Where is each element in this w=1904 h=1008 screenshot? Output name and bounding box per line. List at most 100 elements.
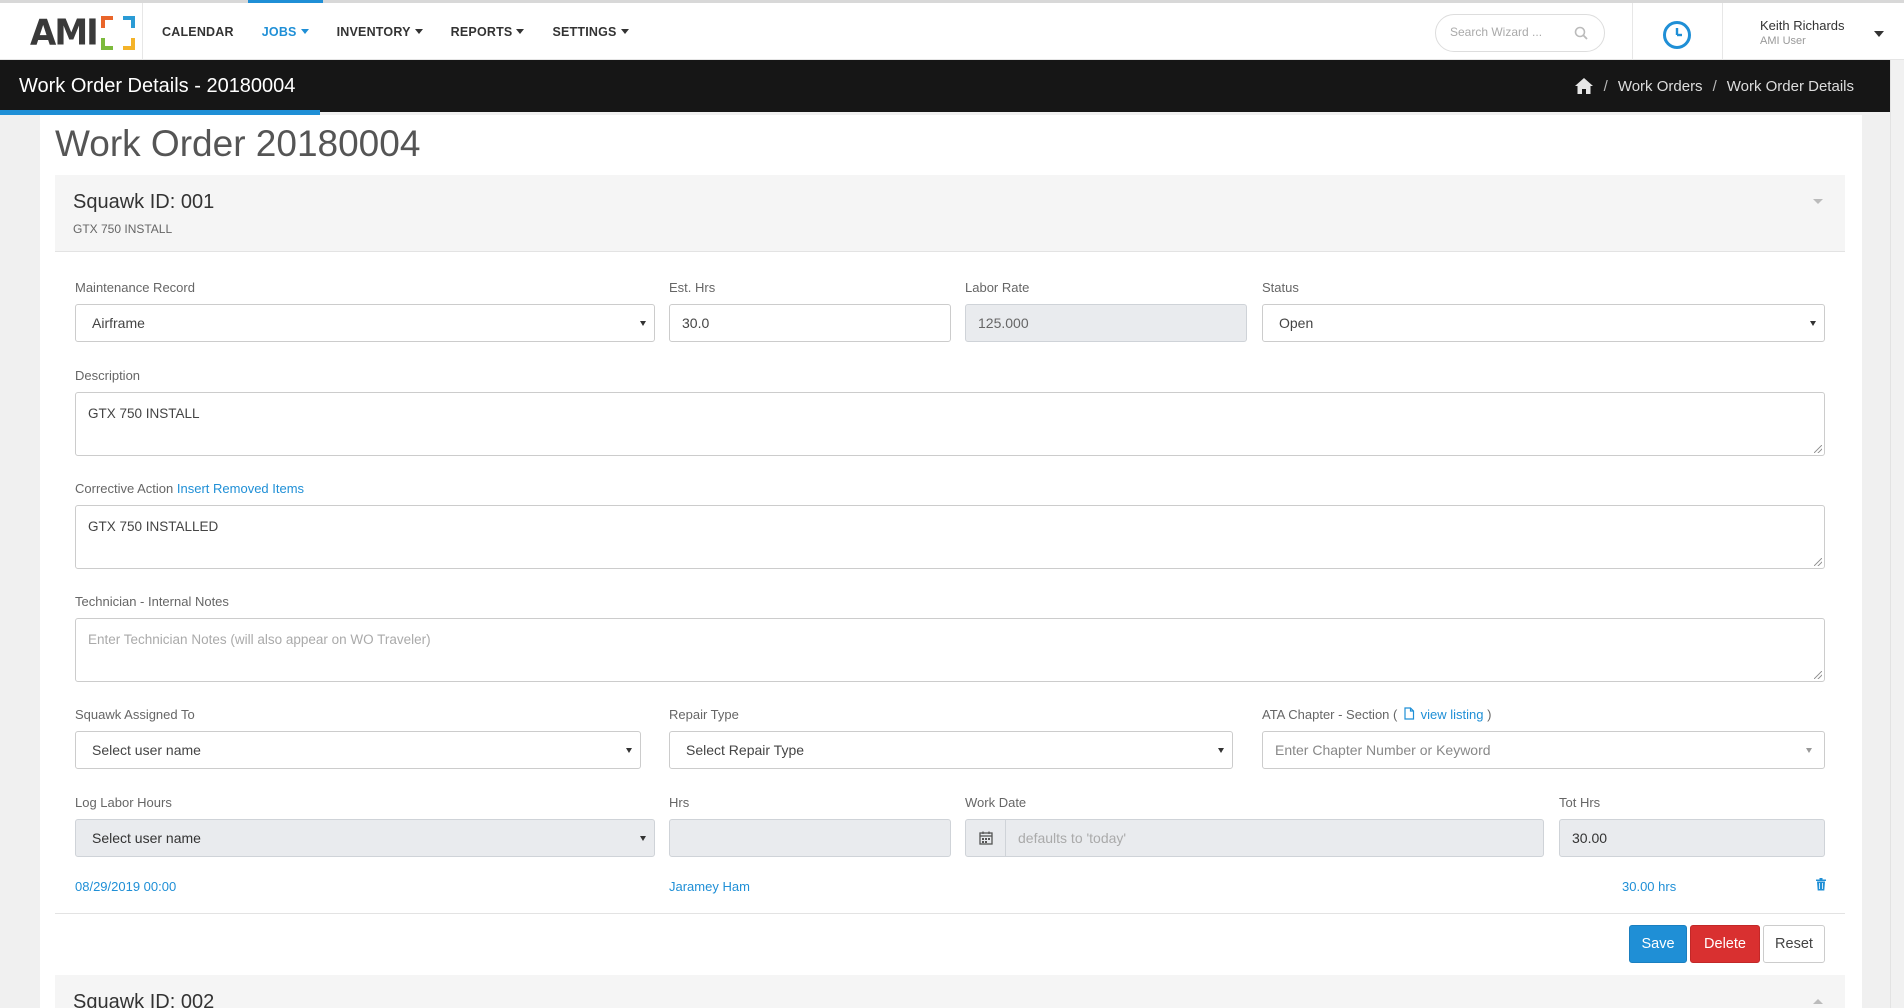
labor-rate-label: Labor Rate: [965, 280, 1030, 295]
est-hrs-input[interactable]: 30.0: [669, 304, 951, 342]
corrective-action-label-row: Corrective Action Insert Removed Items: [75, 481, 304, 496]
chevron-down-icon: [1810, 321, 1816, 326]
breadcrumb-work-order-details: Work Order Details: [1726, 77, 1854, 95]
description-value: GTX 750 INSTALL: [88, 406, 200, 421]
breadcrumb-separator: /: [1712, 77, 1717, 95]
breadcrumb-work-orders[interactable]: Work Orders: [1618, 78, 1703, 95]
chevron-down-icon: [300, 29, 309, 34]
est-hrs-label: Est. Hrs: [669, 280, 716, 295]
menu-label: REPORTS: [450, 24, 513, 39]
chevron-down-icon: [1218, 748, 1224, 753]
ata-chapter-select[interactable]: Enter Chapter Number or Keyword: [1262, 731, 1825, 769]
assigned-to-label: Squawk Assigned To: [75, 707, 195, 722]
chevron-down-icon[interactable]: [1874, 31, 1884, 37]
status-select[interactable]: Open: [1262, 304, 1825, 342]
description-textarea[interactable]: GTX 750 INSTALL: [75, 392, 1825, 456]
chevron-down-icon: [640, 321, 646, 326]
search-input[interactable]: [1450, 25, 1570, 39]
nav-divider: [142, 3, 143, 60]
main-content: Work Order 20180004 Squawk ID: 001 GTX 7…: [40, 115, 1862, 1008]
calendar-icon[interactable]: [966, 820, 1006, 856]
page-header-title: Work Order Details - 20180004: [19, 75, 296, 97]
menu-settings[interactable]: SETTINGS: [538, 3, 642, 60]
insert-removed-items-link[interactable]: Insert Removed Items: [177, 481, 304, 496]
repair-type-label: Repair Type: [669, 707, 739, 722]
logo-mark-icon: [100, 16, 135, 50]
resize-handle[interactable]: [1814, 558, 1822, 566]
divider: [55, 913, 1845, 914]
delete-button[interactable]: Delete: [1690, 925, 1760, 963]
log-labor-select[interactable]: Select user name: [75, 819, 655, 857]
tot-hrs-value: 30.00: [1572, 830, 1608, 846]
menu-label: CALENDAR: [162, 24, 234, 39]
page-title: Work Order 20180004: [55, 123, 421, 164]
log-labor-value: Select user name: [92, 830, 201, 846]
search-wizard: [1435, 14, 1605, 52]
labor-rate-value: 125.000: [978, 315, 1029, 331]
corrective-action-textarea[interactable]: GTX 750 INSTALLED: [75, 505, 1825, 569]
log-labor-label: Log Labor Hours: [75, 795, 172, 810]
assigned-to-select[interactable]: Select user name: [75, 731, 641, 769]
ami-logo[interactable]: AMI: [30, 12, 135, 54]
menu-inventory[interactable]: INVENTORY: [323, 3, 437, 60]
user-name: Keith Richards: [1760, 18, 1845, 33]
hrs-input[interactable]: [669, 819, 951, 857]
user-menu[interactable]: Keith Richards AMI User: [1760, 18, 1870, 47]
tech-notes-textarea[interactable]: Enter Technician Notes (will also appear…: [75, 618, 1825, 682]
user-role: AMI User: [1760, 35, 1806, 47]
maintenance-record-label: Maintenance Record: [75, 280, 195, 295]
home-icon[interactable]: [1574, 77, 1594, 95]
document-icon: [1404, 707, 1415, 720]
ata-chapter-placeholder: Enter Chapter Number or Keyword: [1275, 742, 1491, 758]
top-navbar: AMI CALENDAR JOBS INVENTORY REPORTS SETT…: [0, 0, 1904, 60]
breadcrumb-separator: /: [1603, 77, 1608, 95]
labor-rate-input: 125.000: [965, 304, 1247, 342]
menu-reports[interactable]: REPORTS: [437, 3, 539, 60]
tech-notes-placeholder: Enter Technician Notes (will also appear…: [88, 632, 431, 647]
expand-icon[interactable]: [1813, 999, 1823, 1004]
menu-calendar[interactable]: CALENDAR: [148, 3, 248, 60]
corrective-action-label: Corrective Action: [75, 481, 174, 496]
tech-notes-label: Technician - Internal Notes: [75, 594, 229, 609]
work-date-input[interactable]: defaults to 'today': [965, 819, 1544, 857]
ata-chapter-label-row: ATA Chapter - Section ( view listing ): [1262, 707, 1491, 722]
logo-text: AMI: [30, 12, 99, 54]
labor-entry-date[interactable]: 08/29/2019 00:00: [75, 879, 176, 894]
breadcrumb: / Work Orders / Work Order Details: [1574, 77, 1854, 95]
assigned-to-value: Select user name: [92, 742, 201, 758]
labor-entry-tech[interactable]: Jaramey Ham: [669, 879, 750, 894]
repair-type-value: Select Repair Type: [686, 742, 805, 758]
trash-icon[interactable]: [1815, 878, 1827, 891]
ata-view-listing-link[interactable]: view listing: [1421, 707, 1484, 722]
squawk-header-2[interactable]: Squawk ID: 002: [55, 975, 1845, 1008]
status-value: Open: [1279, 315, 1314, 331]
menu-label: SETTINGS: [552, 24, 617, 39]
description-label: Description: [75, 368, 141, 383]
chevron-down-icon: [516, 29, 525, 34]
hrs-label: Hrs: [669, 795, 690, 810]
ata-chapter-label: ATA Chapter - Section (: [1262, 707, 1398, 722]
clock-icon[interactable]: [1662, 20, 1692, 50]
ata-label-close: ): [1487, 707, 1492, 722]
scrollbar[interactable]: [1890, 60, 1904, 1008]
work-date-placeholder: defaults to 'today': [1018, 830, 1127, 846]
squawk-header[interactable]: Squawk ID: 001 GTX 750 INSTALL: [55, 175, 1845, 252]
resize-handle[interactable]: [1814, 671, 1822, 679]
menu-label: JOBS: [261, 24, 297, 39]
maintenance-record-select[interactable]: Airframe: [75, 304, 655, 342]
resize-handle[interactable]: [1814, 445, 1822, 453]
squawk-title-2: Squawk ID: 002: [73, 991, 215, 1008]
chevron-down-icon: [1806, 748, 1812, 753]
reset-button[interactable]: Reset: [1763, 925, 1825, 963]
collapse-icon[interactable]: [1813, 199, 1823, 204]
repair-type-select[interactable]: Select Repair Type: [669, 731, 1233, 769]
menu-jobs[interactable]: JOBS: [247, 0, 323, 60]
save-button[interactable]: Save: [1629, 925, 1687, 963]
search-icon[interactable]: [1574, 26, 1588, 40]
chevron-down-icon: [640, 836, 646, 841]
tot-hrs-input: 30.00: [1559, 819, 1825, 857]
labor-entry-hours[interactable]: 30.00 hrs: [1622, 879, 1676, 894]
menu-label: INVENTORY: [336, 24, 411, 39]
tot-hrs-label: Tot Hrs: [1559, 795, 1601, 810]
nav-divider: [1632, 3, 1633, 60]
